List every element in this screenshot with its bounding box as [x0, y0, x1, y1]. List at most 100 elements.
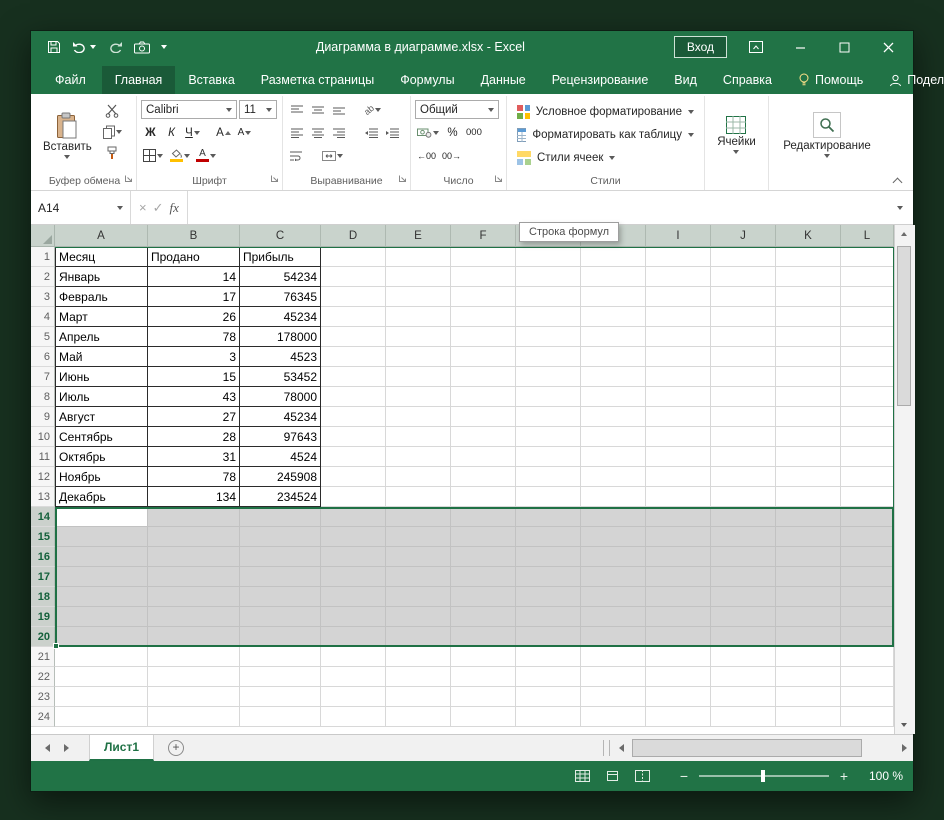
cell-H1[interactable] [581, 247, 646, 267]
cell-B18[interactable] [148, 587, 240, 607]
cell-A19[interactable] [55, 607, 148, 627]
cell-J13[interactable] [711, 487, 776, 507]
cell-K4[interactable] [776, 307, 841, 327]
cell-L10[interactable] [841, 427, 894, 447]
cell-J14[interactable] [711, 507, 776, 527]
row-header-18[interactable]: 18 [31, 587, 55, 607]
column-header-K[interactable]: K [776, 225, 841, 247]
cell-H17[interactable] [581, 567, 646, 587]
zoom-slider-track[interactable] [699, 770, 829, 782]
cell-L11[interactable] [841, 447, 894, 467]
increase-indent-button[interactable] [383, 124, 402, 142]
cell-L22[interactable] [841, 667, 894, 687]
font-color-dropdown-icon[interactable] [210, 153, 216, 158]
shrink-font-button[interactable]: А [235, 124, 254, 142]
editing-button[interactable]: Редактирование [777, 110, 877, 160]
increase-decimal-button[interactable]: ←00 [415, 147, 438, 165]
cell-F12[interactable] [451, 467, 516, 487]
cell-G19[interactable] [516, 607, 581, 627]
cell-F18[interactable] [451, 587, 516, 607]
cell-D11[interactable] [321, 447, 386, 467]
cell-K20[interactable] [776, 627, 841, 647]
comma-style-button[interactable]: 000 [464, 124, 484, 142]
cell-E3[interactable] [386, 287, 451, 307]
accounting-format-button[interactable] [415, 124, 441, 142]
vertical-scroll-thumb[interactable] [897, 246, 911, 406]
cell-C8[interactable]: 78000 [240, 387, 321, 407]
cell-A16[interactable] [55, 547, 148, 567]
cell-K12[interactable] [776, 467, 841, 487]
cell-I15[interactable] [646, 527, 711, 547]
cell-B6[interactable]: 3 [148, 347, 240, 367]
cell-L4[interactable] [841, 307, 894, 327]
column-header-B[interactable]: B [148, 225, 240, 247]
next-sheet-button[interactable] [64, 744, 69, 752]
conditional-formatting-button[interactable]: Условное форматирование [511, 101, 700, 124]
cell-G22[interactable] [516, 667, 581, 687]
cell-A23[interactable] [55, 687, 148, 707]
horizontal-scroll-thumb[interactable] [632, 739, 862, 757]
row-header-14[interactable]: 14 [31, 507, 55, 527]
cell-E24[interactable] [386, 707, 451, 727]
cell-K9[interactable] [776, 407, 841, 427]
redo-button[interactable] [107, 41, 123, 53]
cell-D5[interactable] [321, 327, 386, 347]
font-color-button[interactable]: А [194, 147, 218, 165]
cell-J22[interactable] [711, 667, 776, 687]
name-box-dropdown-icon[interactable] [117, 205, 123, 210]
cell-L20[interactable] [841, 627, 894, 647]
cell-A24[interactable] [55, 707, 148, 727]
cell-K8[interactable] [776, 387, 841, 407]
cancel-formula-button[interactable]: × [139, 200, 147, 215]
cell-D17[interactable] [321, 567, 386, 587]
cell-E7[interactable] [386, 367, 451, 387]
row-header-3[interactable]: 3 [31, 287, 55, 307]
paste-dropdown-icon[interactable] [64, 154, 71, 159]
cell-B16[interactable] [148, 547, 240, 567]
cell-A18[interactable] [55, 587, 148, 607]
font-dialog-launcher[interactable] [270, 174, 279, 186]
cell-E23[interactable] [386, 687, 451, 707]
horizontal-scroll-track[interactable] [630, 735, 895, 761]
scroll-right-button[interactable] [895, 735, 913, 761]
cell-B7[interactable]: 15 [148, 367, 240, 387]
tab-page-layout[interactable]: Разметка страницы [248, 66, 387, 94]
cell-L21[interactable] [841, 647, 894, 667]
cell-F3[interactable] [451, 287, 516, 307]
row-header-6[interactable]: 6 [31, 347, 55, 367]
cell-E9[interactable] [386, 407, 451, 427]
cell-I20[interactable] [646, 627, 711, 647]
cell-L7[interactable] [841, 367, 894, 387]
cell-H9[interactable] [581, 407, 646, 427]
cell-G6[interactable] [516, 347, 581, 367]
minimize-button[interactable] [785, 35, 815, 59]
cell-J24[interactable] [711, 707, 776, 727]
cell-E17[interactable] [386, 567, 451, 587]
tab-formulas[interactable]: Формулы [387, 66, 467, 94]
cell-J1[interactable] [711, 247, 776, 267]
cell-I4[interactable] [646, 307, 711, 327]
cell-B2[interactable]: 14 [148, 267, 240, 287]
cell-D14[interactable] [321, 507, 386, 527]
cell-C9[interactable]: 45234 [240, 407, 321, 427]
bold-button[interactable]: Ж [141, 124, 160, 142]
cell-I18[interactable] [646, 587, 711, 607]
cell-J20[interactable] [711, 627, 776, 647]
cell-K10[interactable] [776, 427, 841, 447]
cell-E12[interactable] [386, 467, 451, 487]
cell-I10[interactable] [646, 427, 711, 447]
cell-G8[interactable] [516, 387, 581, 407]
cell-K5[interactable] [776, 327, 841, 347]
cell-L18[interactable] [841, 587, 894, 607]
row-header-21[interactable]: 21 [31, 647, 55, 667]
cell-L12[interactable] [841, 467, 894, 487]
page-layout-view-button[interactable] [601, 766, 623, 786]
sign-in-button[interactable]: Вход [673, 36, 727, 58]
cell-D15[interactable] [321, 527, 386, 547]
cell-F15[interactable] [451, 527, 516, 547]
cell-J23[interactable] [711, 687, 776, 707]
cell-B10[interactable]: 28 [148, 427, 240, 447]
row-header-4[interactable]: 4 [31, 307, 55, 327]
cell-L15[interactable] [841, 527, 894, 547]
ribbon-display-options-button[interactable] [741, 35, 771, 59]
